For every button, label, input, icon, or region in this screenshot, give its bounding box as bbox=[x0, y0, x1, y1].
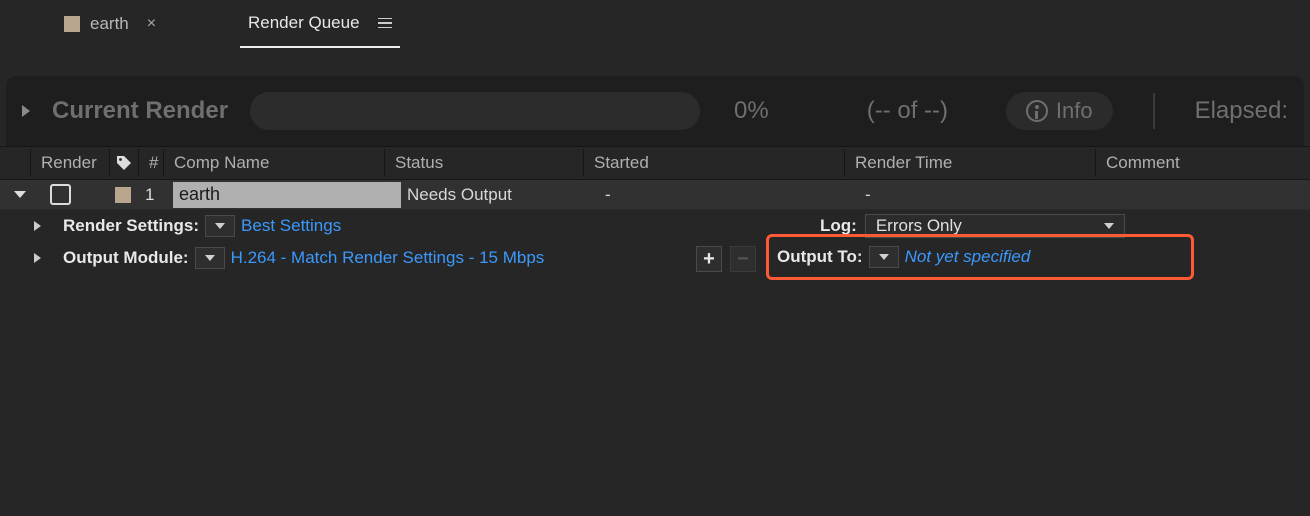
panel-menu-icon[interactable] bbox=[378, 18, 392, 29]
output-to-dropdown[interactable] bbox=[869, 246, 899, 268]
info-icon bbox=[1026, 100, 1048, 122]
tab-earth-label: earth bbox=[90, 14, 129, 34]
chevron-down-icon bbox=[215, 223, 225, 229]
queue-item-render-time: - bbox=[859, 185, 1109, 205]
output-to-highlight: Output To: Not yet specified bbox=[766, 234, 1194, 280]
output-to-value[interactable]: Not yet specified bbox=[905, 247, 1031, 267]
column-index[interactable]: # bbox=[139, 153, 163, 173]
label-tag-icon bbox=[116, 155, 132, 171]
tab-render-queue-label: Render Queue bbox=[248, 13, 360, 33]
tab-bar: earth × Render Queue bbox=[0, 0, 1310, 48]
column-render[interactable]: Render bbox=[31, 153, 109, 173]
queue-item-row[interactable]: 1 earth Needs Output - - bbox=[0, 180, 1310, 210]
chevron-down-icon bbox=[879, 254, 889, 260]
column-started[interactable]: Started bbox=[584, 153, 844, 173]
output-module-label: Output Module: bbox=[63, 248, 189, 268]
info-button[interactable]: Info bbox=[1006, 92, 1113, 130]
tab-render-queue[interactable]: Render Queue bbox=[240, 0, 400, 48]
output-module-add-remove: + − bbox=[696, 246, 756, 272]
composition-swatch-icon bbox=[64, 16, 80, 32]
elapsed-label: Elapsed: bbox=[1195, 97, 1288, 125]
column-render-time[interactable]: Render Time bbox=[845, 153, 1095, 173]
render-progress-bar bbox=[250, 92, 700, 130]
chevron-down-icon bbox=[205, 255, 215, 261]
render-settings-label: Render Settings: bbox=[63, 216, 199, 236]
close-icon[interactable]: × bbox=[147, 15, 156, 33]
tab-earth[interactable]: earth × bbox=[52, 0, 240, 48]
render-percent: 0% bbox=[734, 97, 769, 125]
current-render-bar: Current Render 0% (-- of --) Info Elapse… bbox=[6, 76, 1304, 146]
chevron-down-icon[interactable] bbox=[14, 191, 26, 198]
divider bbox=[1153, 93, 1155, 129]
remove-output-module-button: − bbox=[730, 246, 756, 272]
column-label-tag[interactable] bbox=[110, 155, 138, 171]
info-label: Info bbox=[1056, 98, 1093, 124]
composition-swatch-icon bbox=[115, 187, 131, 203]
queue-item-started: - bbox=[599, 185, 859, 205]
queue-item-comp-name[interactable]: earth bbox=[173, 182, 401, 208]
render-settings-dropdown[interactable] bbox=[205, 215, 235, 237]
chevron-right-icon[interactable] bbox=[22, 105, 30, 117]
log-label: Log: bbox=[820, 216, 857, 236]
output-module-row: Output Module: H.264 - Match Render Sett… bbox=[0, 242, 1310, 274]
render-checkbox[interactable] bbox=[50, 184, 71, 205]
output-module-value[interactable]: H.264 - Match Render Settings - 15 Mbps bbox=[231, 248, 545, 268]
render-settings-value[interactable]: Best Settings bbox=[241, 216, 341, 236]
column-comp-name[interactable]: Comp Name bbox=[164, 153, 384, 173]
output-module-dropdown[interactable] bbox=[195, 247, 225, 269]
queue-item-index: 1 bbox=[145, 185, 173, 205]
log-select-value: Errors Only bbox=[876, 216, 962, 236]
output-to-label: Output To: bbox=[777, 247, 863, 267]
column-comment[interactable]: Comment bbox=[1096, 153, 1310, 173]
column-header-row: Render # Comp Name Status Started Render… bbox=[0, 146, 1310, 180]
chevron-right-icon[interactable] bbox=[34, 221, 41, 231]
render-count: (-- of --) bbox=[867, 97, 948, 125]
queue-item-status: Needs Output bbox=[401, 185, 599, 205]
chevron-down-icon bbox=[1104, 223, 1114, 229]
chevron-right-icon[interactable] bbox=[34, 253, 41, 263]
column-status[interactable]: Status bbox=[385, 153, 583, 173]
current-render-label: Current Render bbox=[52, 97, 228, 125]
add-output-module-button[interactable]: + bbox=[696, 246, 722, 272]
